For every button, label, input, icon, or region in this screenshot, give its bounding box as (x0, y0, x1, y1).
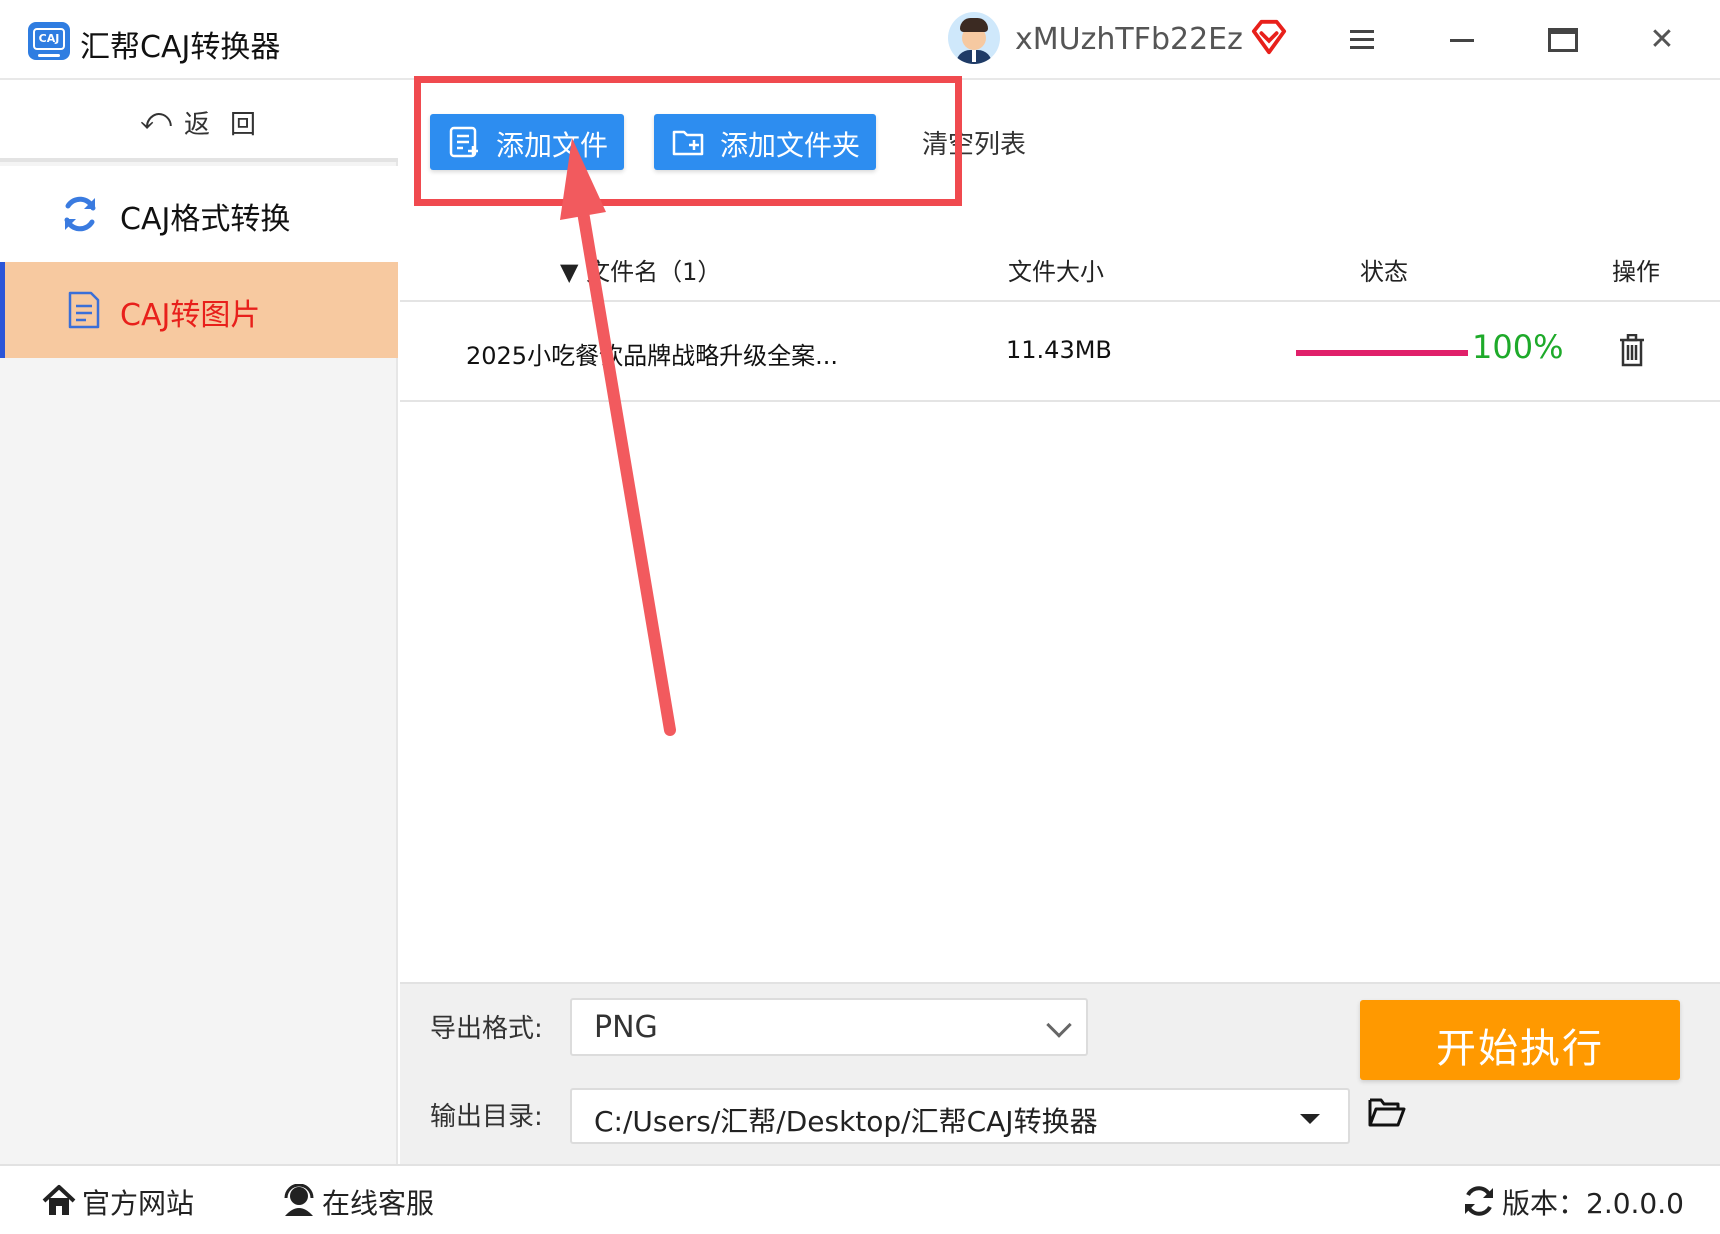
trash-icon[interactable] (1618, 334, 1646, 368)
sidebar-item-caj-to-image[interactable]: CAJ转图片 (0, 262, 398, 358)
add-file-button[interactable]: 添加文件 (430, 114, 624, 170)
app-logo-text: CAJ (33, 28, 65, 50)
version-label: 版本：2.0.0.0 (1502, 1187, 1684, 1220)
output-dir-value: C:/Users/汇帮/Desktop/汇帮CAJ转换器 (594, 1105, 1098, 1138)
output-dir-select[interactable]: C:/Users/汇帮/Desktop/汇帮CAJ转换器 (570, 1088, 1350, 1144)
back-button[interactable]: ⤺ 返回 (0, 80, 398, 162)
chevron-down-icon (1046, 1012, 1072, 1038)
clear-list-button[interactable]: 清空列表 (922, 124, 1026, 161)
refresh-icon (64, 196, 96, 232)
title-bar: CAJ 汇帮CAJ转换器 xMUzhTFb22Ez ✕ (0, 0, 1720, 80)
official-site-label: 官方网站 (82, 1187, 195, 1220)
format-value: PNG (594, 1010, 658, 1045)
menu-icon[interactable] (1340, 18, 1384, 62)
start-button[interactable]: 开始执行 (1360, 1000, 1680, 1080)
app-logo-icon: CAJ (28, 22, 70, 60)
header-file-name[interactable]: ▼ 文件名（1） (560, 252, 721, 287)
format-label: 导出格式: (430, 1014, 543, 1044)
add-file-icon (449, 126, 478, 158)
file-size: 11.43MB (1006, 336, 1112, 364)
minimize-icon[interactable] (1440, 18, 1484, 62)
main-panel: 添加文件 添加文件夹 清空列表 ▼ 文件名（1） 文件大小 状态 操作 2025… (400, 76, 1720, 1164)
sync-icon (1465, 1186, 1493, 1216)
progress-text: 100% (1472, 328, 1564, 366)
online-service-label: 在线客服 (322, 1187, 435, 1220)
document-icon (68, 291, 100, 329)
header-file-size: 文件大小 (1008, 258, 1104, 286)
add-file-label: 添加文件 (496, 129, 609, 162)
output-settings: 导出格式: PNG 输出目录: C:/Users/汇帮/Desktop/汇帮CA… (400, 982, 1720, 1164)
annotation-arrow (560, 138, 676, 736)
customer-service-icon (284, 1184, 314, 1216)
table-row: 2025小吃餐饮品牌战略升级全案... 11.43MB 100% (400, 302, 1720, 402)
file-table-header: ▼ 文件名（1） 文件大小 状态 操作 (400, 230, 1720, 302)
sidebar: ⤺ 返回 CAJ格式转换 CAJ转图片 (0, 80, 398, 1164)
back-label: 返回 (184, 110, 277, 140)
vip-diamond-icon[interactable] (1250, 18, 1288, 56)
add-folder-icon (672, 130, 704, 156)
open-folder-icon[interactable] (1368, 1096, 1406, 1128)
progress-bar (1296, 350, 1468, 356)
maximize-icon[interactable] (1540, 18, 1584, 62)
file-name: 2025小吃餐饮品牌战略升级全案... (466, 342, 838, 370)
start-label: 开始执行 (1436, 1026, 1604, 1072)
add-folder-label: 添加文件夹 (720, 129, 861, 162)
back-arrow-icon: ⤺ (140, 102, 173, 137)
close-icon[interactable]: ✕ (1640, 18, 1684, 62)
sidebar-item-label: CAJ转图片 (120, 298, 261, 333)
app-title: 汇帮CAJ转换器 (80, 30, 281, 65)
progress-fill (1296, 350, 1468, 356)
header-status: 状态 (1360, 258, 1408, 286)
sort-down-icon: ▼ (560, 258, 579, 286)
output-dir-label: 输出目录: (430, 1102, 543, 1132)
sidebar-item-label: CAJ格式转换 (120, 202, 291, 237)
header-operation: 操作 (1612, 258, 1660, 286)
add-folder-button[interactable]: 添加文件夹 (654, 114, 876, 170)
user-avatar[interactable] (948, 12, 1000, 64)
home-icon (42, 1185, 76, 1215)
username[interactable]: xMUzhTFb22Ez (1015, 22, 1243, 57)
status-bar: 官方网站 在线客服 版本：2.0.0.0 (0, 1164, 1720, 1234)
sidebar-item-caj-convert[interactable]: CAJ格式转换 (0, 166, 398, 262)
dropdown-triangle-icon (1300, 1114, 1320, 1124)
format-select[interactable]: PNG (570, 998, 1088, 1056)
